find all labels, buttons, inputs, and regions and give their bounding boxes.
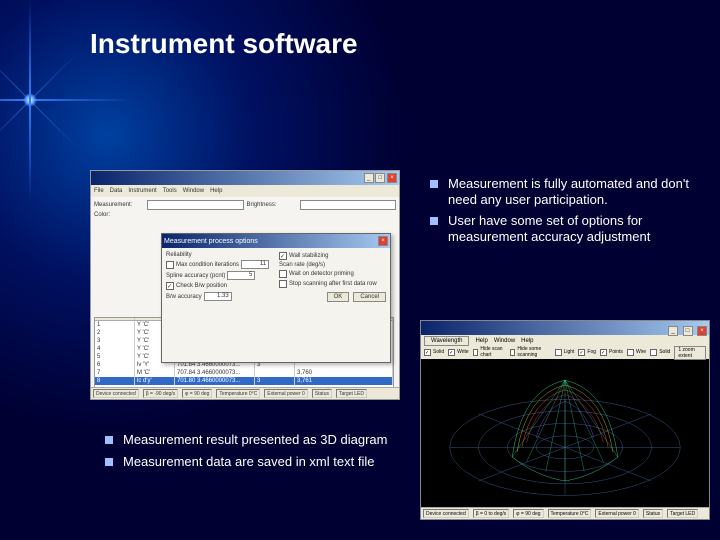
statusbar: Device connected β = 0 to deg/s φ = 90 d… xyxy=(421,507,709,519)
bullets-left: Measurement result presented as 3D diagr… xyxy=(105,432,405,475)
field-label: Measurement: xyxy=(94,202,144,208)
bullet-icon xyxy=(105,436,113,444)
measurement-field[interactable] xyxy=(147,200,244,210)
menu-item[interactable]: Data xyxy=(110,188,123,194)
menu-item[interactable]: Tools xyxy=(163,188,177,194)
checkbox[interactable]: ✓ xyxy=(279,252,287,260)
spline-field[interactable]: 5 xyxy=(227,271,255,280)
menu-item[interactable]: Window xyxy=(183,188,204,194)
process-options-dialog: Measurement process options × Reliabilit… xyxy=(161,233,391,363)
checkbox[interactable]: ✓ xyxy=(600,349,607,356)
table-row[interactable]: 8lc d'y'701.80 3.4660000073...33,761 xyxy=(95,377,393,385)
checkbox[interactable]: ✓ xyxy=(424,349,431,356)
maximize-icon[interactable]: □ xyxy=(683,326,693,336)
cancel-button[interactable]: Cancel xyxy=(353,292,386,302)
screenshot-3d-window: _ □ × Wavelength Help Window Help ✓Solid… xyxy=(420,320,710,520)
field-label: Color: xyxy=(94,212,144,218)
close-icon[interactable]: × xyxy=(378,236,388,246)
close-icon[interactable]: × xyxy=(387,173,397,183)
menu-item[interactable]: Help xyxy=(210,188,222,194)
checkbox[interactable] xyxy=(279,280,287,288)
checkbox[interactable] xyxy=(650,349,657,356)
bullet-icon xyxy=(430,180,438,188)
bw-accuracy-field[interactable]: 1.33 xyxy=(204,292,232,301)
menu-item[interactable]: File xyxy=(94,188,104,194)
titlebar: _ □ × xyxy=(91,171,399,185)
menubar: Wavelength Help Window Help xyxy=(421,335,709,347)
checkbox[interactable] xyxy=(473,349,479,356)
brightness-field[interactable] xyxy=(300,200,397,210)
table-row[interactable]: 7M 'C'707.84 3.4660000073...3,760 xyxy=(95,369,393,377)
close-icon[interactable]: × xyxy=(697,326,707,336)
window-buttons: _ □ × xyxy=(364,173,397,183)
screenshot-data-window: _ □ × File Data Instrument Tools Window … xyxy=(90,170,400,400)
checkbox[interactable] xyxy=(510,349,516,356)
wavelength-button[interactable]: Wavelength xyxy=(424,336,469,346)
slide-title: Instrument software xyxy=(90,28,358,60)
checkbox[interactable]: ✓ xyxy=(166,282,174,290)
bullet-icon xyxy=(430,217,438,225)
minimize-icon[interactable]: _ xyxy=(364,173,374,183)
checkbox[interactable] xyxy=(279,270,287,278)
checkbox[interactable]: ✓ xyxy=(578,349,585,356)
checkbox[interactable]: ✓ xyxy=(448,349,455,356)
statusbar: Device connected β = -90 deg/s φ = 90 de… xyxy=(91,387,399,399)
menu-item[interactable]: Instrument xyxy=(128,188,156,194)
checkbox[interactable] xyxy=(166,261,174,269)
group-label: Reliability xyxy=(166,252,273,258)
ok-button[interactable]: OK xyxy=(327,292,350,302)
iterations-field[interactable]: 11 xyxy=(241,260,269,269)
bullets-right: Measurement is fully automated and don't… xyxy=(430,176,710,250)
zoom-extent-button[interactable]: 1 zoom extent xyxy=(674,346,706,360)
menubar: File Data Instrument Tools Window Help xyxy=(91,185,399,197)
bullet-icon xyxy=(105,458,113,466)
dialog-title: Measurement process options xyxy=(164,238,258,245)
3d-plot[interactable] xyxy=(425,361,705,505)
plot-options: ✓Solid ✓Write Hide scan chart Hide some … xyxy=(421,347,709,359)
field-label: Brightness: xyxy=(247,202,297,208)
minimize-icon[interactable]: _ xyxy=(668,326,678,336)
checkbox[interactable] xyxy=(555,349,562,356)
checkbox[interactable] xyxy=(627,349,634,356)
maximize-icon[interactable]: □ xyxy=(375,173,385,183)
